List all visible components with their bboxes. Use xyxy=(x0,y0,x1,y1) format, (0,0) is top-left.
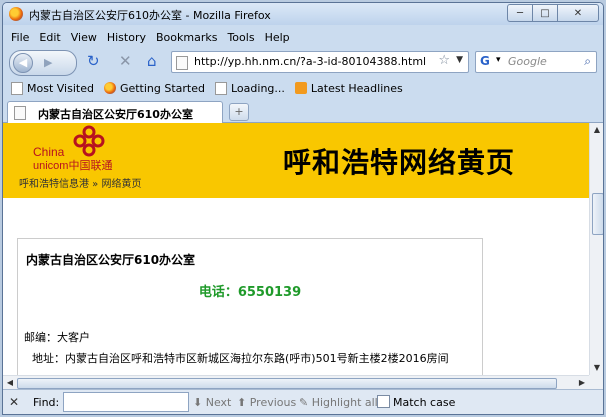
breadcrumb[interactable]: 呼和浩特信息港 » 网络黄页 xyxy=(19,175,141,190)
window-title: 内蒙古自治区公安厅610办公室 - Mozilla Firefox xyxy=(29,9,271,22)
scrollbar-corner xyxy=(589,375,603,389)
tab-active[interactable]: 内蒙古自治区公安厅610办公室 xyxy=(7,101,223,123)
banner-title: 呼和浩特网络黄页 xyxy=(283,146,516,179)
title-bar: 内蒙古自治区公安厅610办公室 - Mozilla Firefox ─ □ ✕ xyxy=(3,3,603,25)
minimize-button[interactable]: ─ xyxy=(507,4,533,22)
new-tab-button[interactable]: + xyxy=(229,103,249,121)
menu-tools[interactable]: Tools xyxy=(227,31,254,44)
scroll-down-icon[interactable]: ▼ xyxy=(591,361,603,375)
bookmark-label: Loading... xyxy=(231,81,285,95)
page-icon xyxy=(14,106,26,120)
listing-card: 内蒙古自治区公安厅610办公室 电话：6550139 邮编：大客户 地址：内蒙古… xyxy=(17,238,483,375)
scroll-thumb[interactable] xyxy=(17,378,557,389)
search-placeholder: Google xyxy=(508,55,547,68)
find-previous-button[interactable]: ⬆ Previous xyxy=(237,396,296,409)
highlight-all-button[interactable]: ✎ Highlight all xyxy=(299,396,378,409)
most-visited-icon xyxy=(11,81,23,95)
vertical-scrollbar[interactable]: ▲ ▼ xyxy=(589,123,603,375)
highlight-all-label: Highlight all xyxy=(311,396,378,409)
maximize-button[interactable]: □ xyxy=(532,4,558,22)
scroll-up-icon[interactable]: ▲ xyxy=(591,123,603,137)
chevron-down-icon[interactable]: ▾ xyxy=(496,55,501,65)
match-case-label: Match case xyxy=(393,396,456,409)
find-next-label: Next xyxy=(205,396,232,409)
menu-edit[interactable]: Edit xyxy=(39,31,60,44)
reload-icon[interactable]: ↻ xyxy=(87,53,100,69)
close-button[interactable]: ✕ xyxy=(557,4,599,22)
menu-view[interactable]: View xyxy=(71,31,97,44)
bookmark-most-visited[interactable]: Most Visited xyxy=(11,81,94,95)
bookmark-loading[interactable]: Loading... xyxy=(215,81,285,95)
find-previous-label: Previous xyxy=(249,396,297,409)
search-box[interactable]: G ▾ Google ⌕ xyxy=(475,51,597,73)
back-icon[interactable]: ◀ xyxy=(13,53,33,73)
menu-file[interactable]: File xyxy=(11,31,29,44)
page-icon xyxy=(215,81,227,95)
find-input[interactable] xyxy=(63,392,189,412)
scroll-left-icon[interactable]: ◀ xyxy=(3,376,17,390)
scroll-thumb[interactable] xyxy=(592,193,603,235)
rss-icon xyxy=(294,82,307,94)
page-content: China unicom中国联通 呼和浩特信息港 » 网络黄页 呼和浩特网络黄页… xyxy=(3,123,589,375)
tab-bar: 内蒙古自治区公安厅610办公室 + xyxy=(3,100,603,123)
getting-started-icon xyxy=(103,82,116,94)
back-forward-group: ◀ ▶ xyxy=(9,50,77,76)
bookmark-star-icon[interactable]: ☆ xyxy=(438,53,450,68)
url-text[interactable]: http://yp.hh.nm.cn/?a-3-id-80104388.html xyxy=(194,55,426,68)
home-icon[interactable]: ⌂ xyxy=(147,53,157,69)
forward-icon[interactable]: ▶ xyxy=(44,56,52,69)
menu-help[interactable]: Help xyxy=(265,31,290,44)
close-icon[interactable]: ✕ xyxy=(9,395,19,409)
listing-address: 地址：内蒙古自治区呼和浩特市区新城区海拉尔东路(呼市)501号新主楼2楼2016… xyxy=(32,352,449,365)
scroll-right-icon[interactable]: ▶ xyxy=(575,376,589,390)
horizontal-scrollbar[interactable]: ◀ ▶ xyxy=(3,375,589,390)
bookmark-getting-started[interactable]: Getting Started xyxy=(103,81,205,95)
find-label: Find: xyxy=(33,396,60,409)
tab-title: 内蒙古自治区公安厅610办公室 xyxy=(38,108,193,121)
menu-history[interactable]: History xyxy=(107,31,146,44)
logo-unicom-text: unicom中国联通 xyxy=(33,160,113,172)
find-bar: ✕ Find: ⬇ Next ⬆ Previous ✎ Highlight al… xyxy=(3,389,603,414)
unicom-logo xyxy=(73,125,105,157)
stop-icon[interactable]: ✕ xyxy=(119,53,132,69)
browser-window: 内蒙古自治区公安厅610办公室 - Mozilla Firefox ─ □ ✕ … xyxy=(2,2,604,415)
bookmark-label: Getting Started xyxy=(119,81,205,95)
url-bar[interactable]: http://yp.hh.nm.cn/?a-3-id-80104388.html… xyxy=(171,51,469,73)
bookmarks-toolbar: Most Visited Getting Started Loading... … xyxy=(3,78,603,98)
listing-name: 内蒙古自治区公安厅610办公室 xyxy=(26,253,196,267)
find-next-button[interactable]: ⬇ Next xyxy=(193,396,231,409)
bookmark-latest-headlines[interactable]: Latest Headlines xyxy=(294,81,403,95)
match-case-checkbox[interactable] xyxy=(377,395,390,408)
menu-bar: File Edit View History Bookmarks Tools H… xyxy=(3,27,603,47)
chevron-down-icon[interactable]: ▼ xyxy=(456,55,463,65)
header-banner: China unicom中国联通 呼和浩特信息港 » 网络黄页 呼和浩特网络黄页 xyxy=(3,123,589,198)
bookmark-label: Most Visited xyxy=(27,81,94,95)
page-icon xyxy=(176,56,188,70)
google-icon[interactable]: G xyxy=(480,54,494,68)
menu-bookmarks[interactable]: Bookmarks xyxy=(156,31,217,44)
firefox-icon xyxy=(9,7,23,21)
listing-phone: 电话：6550139 xyxy=(198,285,302,300)
search-icon[interactable]: ⌕ xyxy=(584,54,591,69)
bookmark-label: Latest Headlines xyxy=(310,81,403,95)
listing-zip: 邮编：大客户 xyxy=(24,331,90,344)
window-controls: ─ □ ✕ xyxy=(507,4,599,22)
navigation-toolbar: ◀ ▶ ↻ ✕ ⌂ http://yp.hh.nm.cn/?a-3-id-801… xyxy=(3,48,603,76)
